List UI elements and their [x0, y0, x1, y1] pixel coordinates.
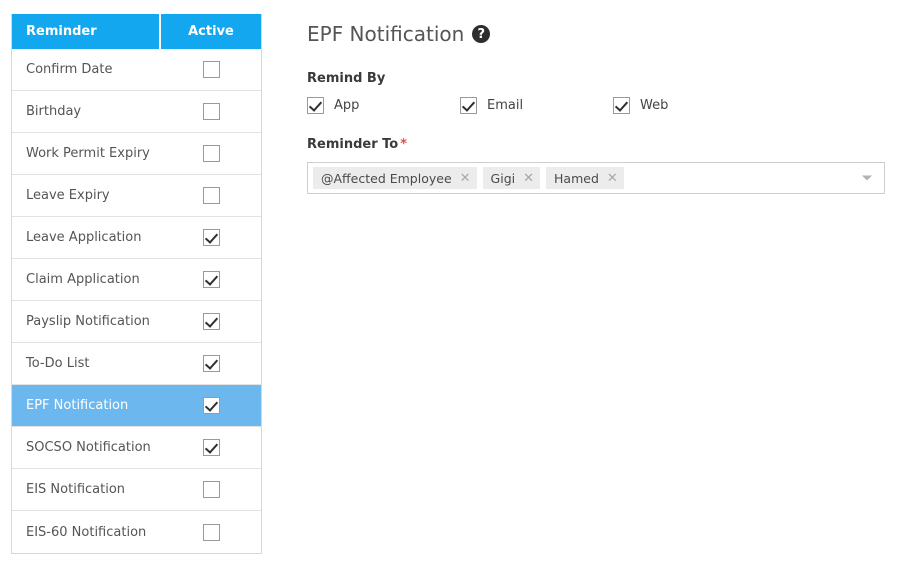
column-header-active: Active	[161, 14, 261, 49]
tag-label: @Affected Employee	[321, 171, 452, 186]
tag-remove-icon[interactable]: ✕	[607, 172, 618, 185]
help-circle-icon[interactable]: ?	[472, 25, 490, 43]
active-cell	[161, 439, 261, 456]
tag-remove-icon[interactable]: ✕	[460, 172, 471, 185]
active-checkbox[interactable]	[203, 524, 220, 541]
active-checkbox[interactable]	[203, 271, 220, 288]
reminder-name-cell: Leave Application	[12, 230, 161, 245]
active-checkbox[interactable]	[203, 103, 220, 120]
reminder-name-cell: Birthday	[12, 104, 161, 119]
table-row[interactable]: SOCSO Notification	[12, 427, 261, 469]
detail-panel: EPF Notification ? Remind By App Email Web…	[307, 20, 887, 194]
tag-label: Gigi	[491, 171, 516, 186]
remind-by-option-app[interactable]: App	[307, 97, 460, 114]
reminder-name-cell: Claim Application	[12, 272, 161, 287]
active-cell	[161, 103, 261, 120]
reminder-to-label: Reminder To*	[307, 137, 887, 152]
active-cell	[161, 271, 261, 288]
active-cell	[161, 187, 261, 204]
table-row[interactable]: To-Do List	[12, 343, 261, 385]
active-checkbox[interactable]	[203, 439, 220, 456]
active-cell	[161, 145, 261, 162]
active-checkbox[interactable]	[203, 481, 220, 498]
reminder-name-cell: EPF Notification	[12, 398, 161, 413]
reminder-name-cell: Confirm Date	[12, 62, 161, 77]
active-checkbox[interactable]	[203, 187, 220, 204]
active-checkbox[interactable]	[203, 145, 220, 162]
table-row[interactable]: Birthday	[12, 91, 261, 133]
chevron-down-icon[interactable]	[862, 176, 872, 181]
active-cell	[161, 355, 261, 372]
reminder-name-cell: EIS Notification	[12, 482, 161, 497]
table-row[interactable]: EIS Notification	[12, 469, 261, 511]
remind-by-option-label: Email	[487, 98, 523, 113]
page-title-text: EPF Notification	[307, 20, 464, 48]
reminder-name-cell: EIS-60 Notification	[12, 525, 161, 540]
table-row[interactable]: Confirm Date	[12, 49, 261, 91]
reminder-name-cell: Leave Expiry	[12, 188, 161, 203]
remind-by-option-label: App	[334, 98, 359, 113]
selected-tag: Gigi ✕	[483, 167, 540, 189]
column-header-reminder: Reminder	[12, 14, 161, 49]
table-row[interactable]: Leave Expiry	[12, 175, 261, 217]
tag-label: Hamed	[554, 171, 599, 186]
active-checkbox[interactable]	[203, 313, 220, 330]
table-row[interactable]: EIS-60 Notification	[12, 511, 261, 553]
selected-tags: @Affected Employee ✕ Gigi ✕ Hamed ✕	[313, 167, 630, 189]
remind-by-checkbox[interactable]	[613, 97, 630, 114]
remind-by-option-email[interactable]: Email	[460, 97, 613, 114]
remind-by-option-label: Web	[640, 98, 668, 113]
table-header-row: Reminder Active	[12, 14, 261, 49]
table-row[interactable]: Work Permit Expiry	[12, 133, 261, 175]
table-body: Confirm Date Birthday Work Permit Expiry Le…	[12, 49, 261, 553]
active-checkbox[interactable]	[203, 355, 220, 372]
tag-remove-icon[interactable]: ✕	[523, 172, 534, 185]
table-row[interactable]: Claim Application	[12, 259, 261, 301]
active-cell	[161, 61, 261, 78]
required-asterisk: *	[400, 137, 407, 152]
table-row[interactable]: Payslip Notification	[12, 301, 261, 343]
active-cell	[161, 313, 261, 330]
reminder-name-cell: Work Permit Expiry	[12, 146, 161, 161]
reminder-to-multiselect[interactable]: @Affected Employee ✕ Gigi ✕ Hamed ✕	[307, 162, 885, 194]
remind-by-label: Remind By	[307, 71, 887, 86]
active-cell	[161, 481, 261, 498]
active-cell	[161, 229, 261, 246]
active-cell	[161, 524, 261, 541]
remind-by-options: App Email Web	[307, 97, 887, 114]
reminder-to-label-text: Reminder To	[307, 137, 398, 152]
selected-tag: @Affected Employee ✕	[313, 167, 477, 189]
active-checkbox[interactable]	[203, 229, 220, 246]
remind-by-checkbox[interactable]	[307, 97, 324, 114]
active-checkbox[interactable]	[203, 61, 220, 78]
remind-by-option-web[interactable]: Web	[613, 97, 766, 114]
active-cell	[161, 397, 261, 414]
table-row[interactable]: EPF Notification	[12, 385, 261, 427]
remind-by-checkbox[interactable]	[460, 97, 477, 114]
selected-tag: Hamed ✕	[546, 167, 624, 189]
active-checkbox[interactable]	[203, 397, 220, 414]
page-title: EPF Notification ?	[307, 20, 887, 48]
reminder-name-cell: SOCSO Notification	[12, 440, 161, 455]
table-row[interactable]: Leave Application	[12, 217, 261, 259]
reminder-table: Reminder Active Confirm Date Birthday Work…	[11, 14, 262, 554]
reminder-name-cell: Payslip Notification	[12, 314, 161, 329]
reminder-name-cell: To-Do List	[12, 356, 161, 371]
